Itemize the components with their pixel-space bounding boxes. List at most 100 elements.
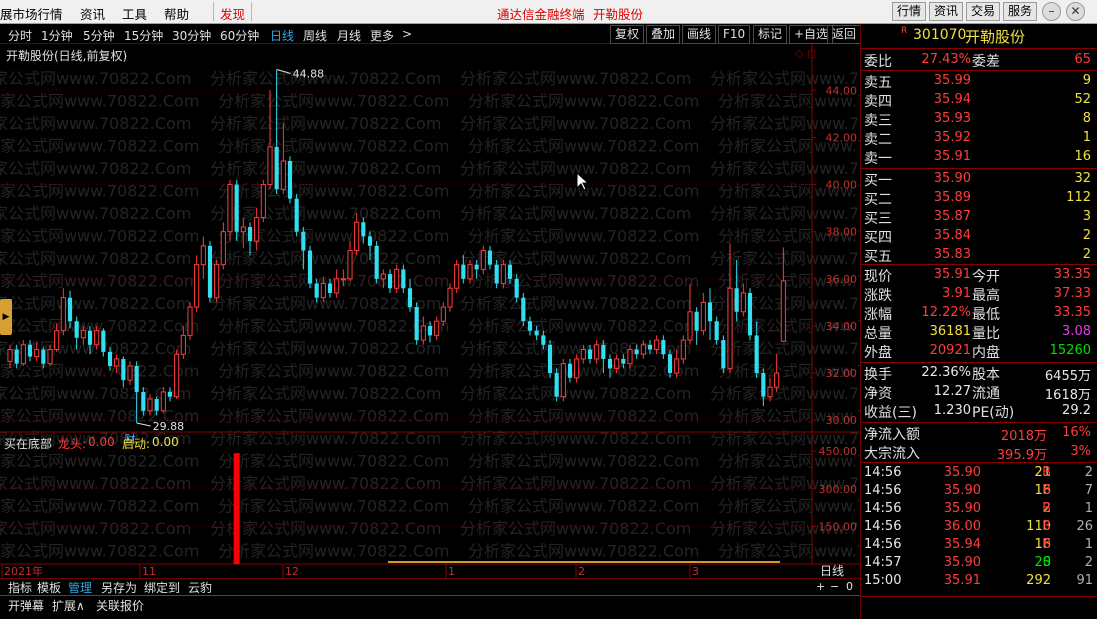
watermark-text: 分析家公式网www.70822.Com [218,227,449,246]
indicator-name[interactable]: 买在底部 [4,435,52,452]
more-arrow-icon[interactable]: > [402,27,412,41]
tab-template[interactable]: 模板 [37,579,61,596]
period-tab-30min[interactable]: 30分钟 [172,27,211,44]
candle-body [167,391,173,397]
zoom-in-button[interactable]: + [816,580,825,593]
fundamental-value: 1618万 [1044,388,1091,403]
ask-level-1-volume: 16 [1074,149,1091,164]
candle-body [687,311,693,341]
candle-body [614,358,620,369]
ask-level-3-price[interactable]: 35.93 [901,111,971,126]
watermark-text: 分析家公式网www.70822.Com [0,362,199,381]
trade-button[interactable]: 交易 [966,2,1001,21]
stat-label: 最高 [972,288,1000,304]
indicator-value-qidong: 0.00 [152,435,179,449]
zoom-out-button[interactable]: − [830,580,839,593]
period-tab-60min[interactable]: 60分钟 [220,27,259,44]
menu-news[interactable]: 资讯 [80,4,105,23]
bid-level-4-label: 买四 [864,230,892,246]
tab-indicator[interactable]: 指标 [8,579,32,596]
candle-body [240,226,246,233]
f10-button[interactable]: F10 [718,25,751,44]
candle-body [647,344,653,350]
candle-body [447,287,453,308]
indicator-tick-label: 450.00 [819,445,858,458]
tab-bind-to[interactable]: 绑定到 [144,579,180,596]
news-button[interactable]: 资讯 [929,2,964,21]
back-button[interactable]: 返回 [827,25,862,44]
candle-body [521,297,526,322]
zoom-reset-button[interactable]: 0 [846,580,853,593]
date-tick-label: 11 [142,565,156,578]
ask-level-1-price[interactable]: 35.91 [901,149,971,164]
service-button[interactable]: 服务 [1003,2,1038,21]
fundamental-value: 29.2 [1062,403,1091,418]
ask-level-2-price[interactable]: 35.92 [901,130,971,145]
tab-manage[interactable]: 管理 [68,579,92,596]
watermark-text: 分析家公式网www.70822.Com [210,339,441,358]
minimize-button[interactable]: – [1042,2,1061,21]
period-tab-daily[interactable]: 日线 [270,27,294,44]
adjust-button[interactable]: 复权 [610,25,645,44]
ask-level-4-label: 卖四 [864,94,892,110]
tick-n: 26 [1076,519,1093,534]
danmaku-button[interactable]: 开弹幕 [8,597,44,614]
flow-value: 395.9万 [996,448,1047,463]
watermark-text: 分析家公式网www.70822.Com [468,497,699,516]
bid-level-4-volume: 2 [1082,228,1091,243]
candle-body [407,288,413,308]
close-button[interactable]: ✕ [1066,2,1085,21]
period-tab-monthly[interactable]: 月线 [337,27,361,44]
bid-level-3-price[interactable]: 35.87 [901,209,971,224]
menu-help[interactable]: 帮助 [164,4,189,23]
tick-vol: 292 [1026,573,1051,588]
period-tab-5min[interactable]: 5分钟 [83,27,115,44]
period-tab-intraday[interactable]: 分时 [8,27,32,44]
expand-chart-icon[interactable]: ◇ ◻ [795,47,816,60]
bid-level-2-price[interactable]: 35.89 [901,190,971,205]
tick-price: 35.90 [943,483,981,498]
linked-quote-button[interactable]: 关联报价 [96,597,144,614]
side-expand-handle[interactable]: ▶ [0,299,12,335]
candle-body [747,292,753,336]
expand-button[interactable]: 扩展∧ [52,597,85,614]
tab-save-as[interactable]: 另存为 [101,579,137,596]
fundamental-value: 6455万 [1044,369,1091,384]
candle-body [707,302,713,322]
candle-body [54,330,60,351]
menu-market[interactable]: 展市场行情 [0,4,63,23]
mark-button[interactable]: 标记 [753,25,788,44]
ask-level-4-price[interactable]: 35.94 [901,92,971,107]
tick-row: 14:57 35.90 20 S 2 [861,555,1097,573]
watermark-text: 分析家公式网www.70822.Com [218,92,449,111]
candle-body [774,372,780,388]
tab-yunbao[interactable]: 云豹 [188,579,212,596]
candle-body [587,349,593,359]
menu-tools[interactable]: 工具 [122,4,147,23]
overlay-button[interactable]: 叠加 [646,25,681,44]
quote-button[interactable]: 行情 [892,2,927,21]
draw-button[interactable]: 画线 [682,25,717,44]
candle-body [301,231,306,251]
watermark-text: 分析家公式网www.70822.Com [460,204,691,223]
candle-body [207,245,213,298]
candle-body [434,320,440,336]
tick-price: 35.90 [943,465,981,480]
ask-level-5-price[interactable]: 35.99 [901,73,971,88]
bid-level-5-price[interactable]: 35.83 [901,247,971,262]
period-tab-15min[interactable]: 15分钟 [124,27,163,44]
period-tab-weekly[interactable]: 周线 [303,27,327,44]
indicator-signal-bar [233,453,240,564]
bid-level-4-price[interactable]: 35.84 [901,228,971,243]
period-tab-1min[interactable]: 1分钟 [41,27,73,44]
watermark-text: 分析家公式网www.70822.Com [0,137,199,156]
bid-level-1-price[interactable]: 35.90 [901,171,971,186]
candle-body [547,344,553,374]
period-tab-more[interactable]: 更多 [370,27,394,44]
kline-chart[interactable]: 分析家公式网www.70822.Com 分析家公式网www.70822.Com 分析… [0,44,860,579]
menu-discover[interactable]: 发现 [220,4,245,23]
watermark-text: 分析家公式网www.70822.Com [210,249,441,268]
date-axis: 2021年 11 12 1 2 3 [1,564,699,578]
tick-price: 35.90 [943,501,981,516]
candle-body [314,283,319,298]
